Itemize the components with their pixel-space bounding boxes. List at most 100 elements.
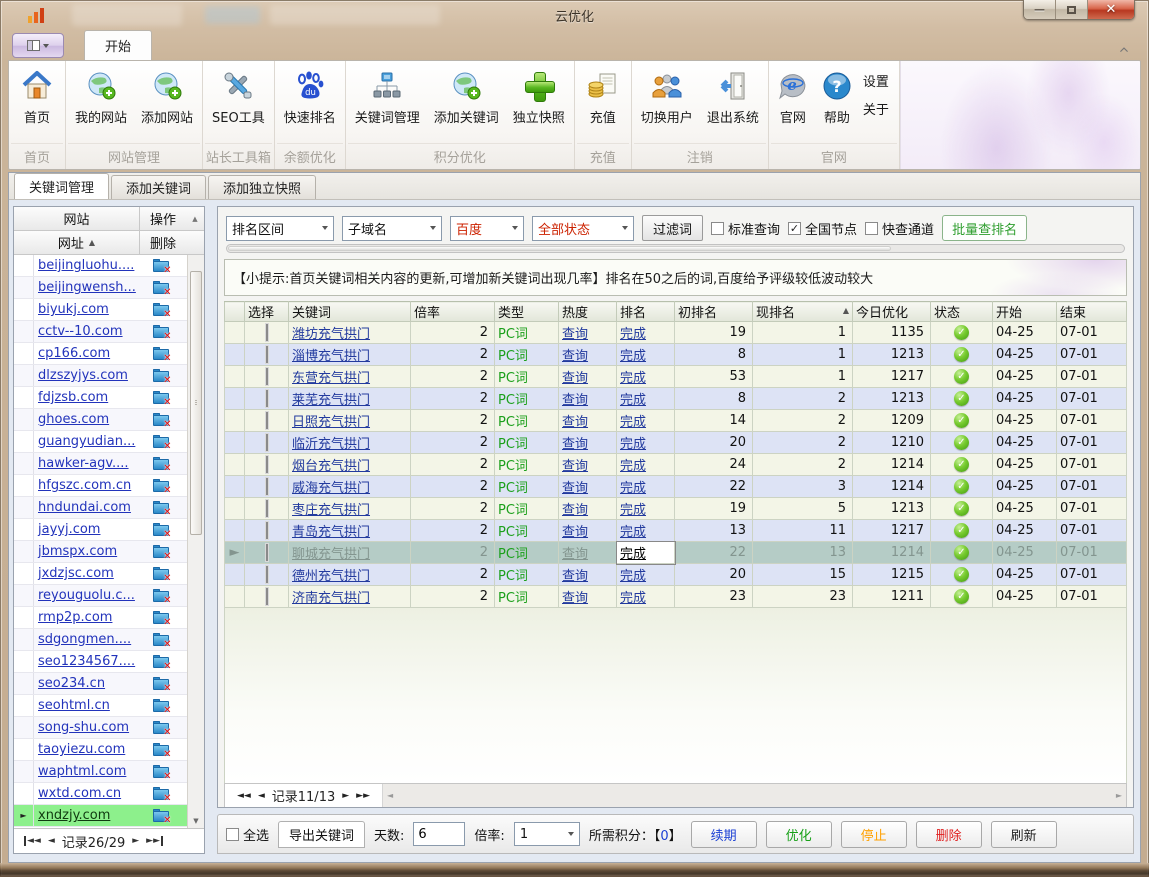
site-row[interactable]: seo1234567.... ✕ [14,651,187,673]
col-keyword[interactable]: 关键词 [289,302,411,322]
horizontal-scrollbar[interactable]: ◄ ► [383,784,1126,807]
fast-rank-button[interactable]: du 快速排名 [277,65,343,128]
scrollbar-thumb[interactable] [228,246,891,251]
minimize-button[interactable]: — [1024,0,1056,19]
site-row[interactable]: dlzszyjys.com ✕ [14,365,187,387]
site-link[interactable]: hndundai.com [38,500,131,515]
delete-site-icon[interactable]: ✕ [153,325,170,339]
rank-done-link[interactable]: 完成 [620,591,646,606]
delete-site-icon[interactable]: ✕ [153,721,170,735]
site-row[interactable]: taoyiezu.com ✕ [14,739,187,761]
keyword-link[interactable]: 淄博充气拱门 [292,349,370,364]
days-input[interactable]: 6 [413,822,465,846]
site-link[interactable]: jbmspx.com [38,544,117,559]
col-today-opt[interactable]: 今日优化 [853,302,931,322]
heat-query-link[interactable]: 查询 [562,327,588,342]
site-row[interactable]: rmp2p.com ✕ [14,607,187,629]
heat-query-link[interactable]: 查询 [562,503,588,518]
delete-site-icon[interactable]: ✕ [153,259,170,273]
delete-site-icon[interactable]: ✕ [153,545,170,559]
column-header-site[interactable]: 网站 [14,207,140,230]
site-link[interactable]: song-shu.com [38,720,129,735]
row-checkbox[interactable] [266,500,268,517]
site-link[interactable]: biyukj.com [38,302,109,317]
keyword-link[interactable]: 威海充气拱门 [292,481,370,496]
tab-add-keyword[interactable]: 添加关键词 [111,175,206,199]
status-select[interactable]: 全部状态 [532,216,634,241]
heat-query-link[interactable]: 查询 [562,569,588,584]
site-row[interactable]: song-shu.com ✕ [14,717,187,739]
site-link[interactable]: seo1234567.... [38,654,135,669]
delete-site-icon[interactable]: ✕ [153,523,170,537]
ribbon-collapse-button[interactable] [1113,42,1135,56]
site-link[interactable]: dlzszyjys.com [38,368,128,383]
site-link[interactable]: fdjzsb.com [38,390,108,405]
delete-site-icon[interactable]: ✕ [153,303,170,317]
col-cur-rank[interactable]: 现排名▲ [753,302,853,322]
heat-query-link[interactable]: 查询 [562,459,588,474]
col-init-rank[interactable]: 初排名 [675,302,753,322]
engine-select[interactable]: 百度 [450,216,524,241]
row-checkbox[interactable] [266,412,268,429]
select-all-checkbox[interactable]: 全选 [226,825,269,844]
site-link[interactable]: seo234.cn [38,676,105,691]
rank-done-link[interactable]: 完成 [620,349,646,364]
site-row[interactable]: wxtd.com.cn ✕ [14,783,187,805]
site-row[interactable]: beijingwensh... ✕ [14,277,187,299]
col-select[interactable]: 选择 [245,302,289,322]
keyword-link[interactable]: 潍坊充气拱门 [292,327,370,342]
site-row[interactable]: fdjzsb.com ✕ [14,387,187,409]
rate-select[interactable]: 1 [514,822,580,846]
row-checkbox[interactable] [266,346,268,363]
site-row[interactable]: biyukj.com ✕ [14,299,187,321]
help-button[interactable]: ? 帮助 [815,65,859,128]
keyword-link[interactable]: 东营充气拱门 [292,371,370,386]
add-keyword-button[interactable]: 添加关键词 [427,65,506,128]
row-checkbox[interactable] [266,390,268,407]
row-checkbox[interactable] [266,478,268,495]
standalone-snapshot-button[interactable]: 独立快照 [506,65,572,128]
heat-query-link[interactable]: 查询 [562,481,588,496]
site-row[interactable]: jayyj.com ✕ [14,519,187,541]
keyword-link[interactable]: 德州充气拱门 [292,569,370,584]
delete-site-icon[interactable]: ✕ [153,457,170,471]
site-row[interactable]: hfgszc.com.cn ✕ [14,475,187,497]
pager-last-icon[interactable]: ►► [146,836,163,846]
column-header-url[interactable]: 网址▲ [14,231,140,254]
site-row[interactable]: cctv--10.com ✕ [14,321,187,343]
heat-query-link[interactable]: 查询 [562,591,588,606]
rank-done-link[interactable]: 完成 [620,327,646,342]
keyword-link[interactable]: 枣庄充气拱门 [292,503,370,518]
home-button[interactable]: 首页 [11,65,63,128]
heat-query-link[interactable]: 查询 [562,547,588,562]
scroll-left-icon[interactable]: ◄ [387,791,393,800]
site-row[interactable]: guangyudian... ✕ [14,431,187,453]
rank-done-link[interactable]: 完成 [620,569,646,584]
delete-site-icon[interactable]: ✕ [153,699,170,713]
scrollbar-thumb[interactable] [190,271,202,535]
delete-site-icon[interactable]: ✕ [153,435,170,449]
row-checkbox[interactable] [266,434,268,451]
site-link[interactable]: reyouguolu.c... [38,588,135,603]
delete-site-icon[interactable]: ✕ [153,787,170,801]
delete-site-icon[interactable]: ✕ [153,677,170,691]
row-checkbox[interactable] [266,456,268,473]
pager-prev-icon[interactable]: ◄ [258,791,265,801]
tab-keyword-manage[interactable]: 关键词管理 [14,173,109,199]
site-link[interactable]: jxdzjsc.com [38,566,114,581]
delete-site-icon[interactable]: ✕ [153,479,170,493]
batch-rank-button[interactable]: 批量查排名 [942,215,1027,241]
rank-done-link[interactable]: 完成 [620,371,646,386]
site-link[interactable]: jayyj.com [38,522,100,537]
refresh-button[interactable]: 刷新 [991,821,1057,848]
col-end[interactable]: 结束 [1057,302,1127,322]
heat-query-link[interactable]: 查询 [562,437,588,452]
keyword-link[interactable]: 莱芜充气拱门 [292,393,370,408]
my-sites-button[interactable]: 我的网站 [68,65,134,128]
national-nodes-checkbox[interactable]: ✓全国节点 [788,219,857,238]
keyword-link[interactable]: 济南充气拱门 [292,591,370,606]
pager-first-icon[interactable]: ◄◄ [24,836,41,846]
standard-query-checkbox[interactable]: 标准查询 [711,219,780,238]
renew-button[interactable]: 续期 [691,821,757,848]
col-rate[interactable]: 倍率 [411,302,495,322]
